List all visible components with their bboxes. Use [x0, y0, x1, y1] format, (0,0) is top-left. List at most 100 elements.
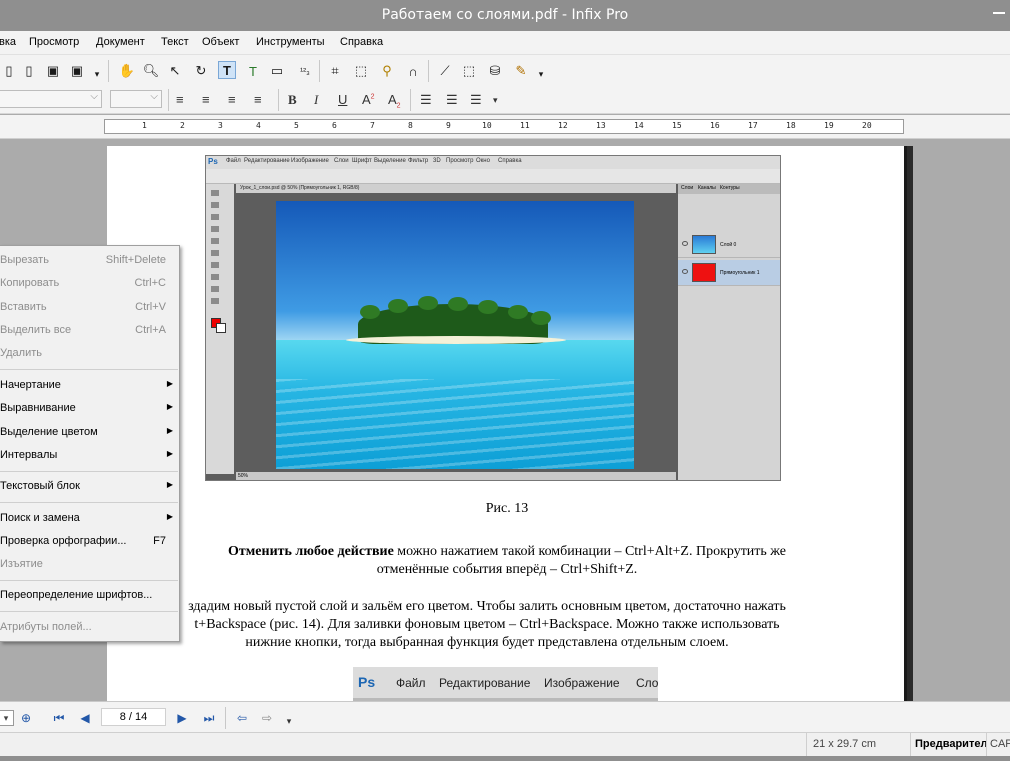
zoom-tool-icon[interactable]: 🔍︎: [142, 62, 160, 80]
align-left-icon[interactable]: ≡: [176, 92, 184, 107]
image-tool-icon[interactable]: ⬚: [352, 62, 370, 80]
numbering-icon[interactable]: ¹²₃: [296, 62, 314, 80]
path-tool-icon[interactable]: ∩: [404, 62, 422, 80]
menu-item-cut[interactable]: Вырезать Shift+Delete: [0, 250, 178, 272]
menu-item-label: Выделить все: [0, 324, 72, 336]
menu-item-style[interactable]: Начертание ▶: [0, 375, 178, 397]
line-spacing-icon[interactable]: ☰: [420, 92, 432, 108]
dropdown-arrow-icon[interactable]: ▾: [532, 65, 550, 83]
menu-item-spacing[interactable]: Интервалы ▶: [0, 445, 178, 467]
horizontal-ruler[interactable]: 1 2 3 4 5 6 7 8 9 10 11 12 13 14 15 16 1…: [104, 119, 904, 134]
marquee-icon[interactable]: ⬚: [460, 62, 478, 80]
document-page[interactable]: Ps Файл Редактирование Изображение Слои …: [107, 146, 907, 701]
ps-menu-bar: Ps Файл Редактирование Изображение Слои …: [206, 156, 780, 169]
menu-item-copy[interactable]: Копировать Ctrl+C: [0, 273, 178, 295]
font-family-select[interactable]: [0, 90, 102, 108]
eyedropper-icon[interactable]: ⟋: [436, 62, 454, 80]
menu-item-text-block[interactable]: Текстовый блок ▶: [0, 476, 178, 498]
menu-tools[interactable]: Инструменты: [256, 36, 325, 48]
text-block-icon[interactable]: T: [244, 62, 262, 80]
ps-layer-name: Прямоугольник 1: [720, 270, 760, 276]
dropdown-arrow-icon[interactable]: ▾: [493, 95, 498, 106]
fill-bucket-icon[interactable]: ⛁: [486, 62, 504, 80]
menu-item-label: Текстовый блок: [0, 480, 80, 492]
menu-item-alignment[interactable]: Выравнивание ▶: [0, 398, 178, 420]
ruler-label: 3: [218, 121, 223, 130]
menu-bar: вка Просмотр Документ Текст Объект Инстр…: [0, 31, 1010, 55]
zoom-in-icon[interactable]: ⊕: [18, 710, 34, 726]
island-image: [276, 201, 634, 469]
menu-document[interactable]: Документ: [96, 36, 145, 48]
page-layout-icon[interactable]: ▣: [44, 62, 62, 80]
last-page-icon[interactable]: ⏭: [201, 710, 217, 726]
menu-item-delete[interactable]: Удалить: [0, 343, 178, 365]
menu-item-shortcut: Ctrl+A: [135, 324, 166, 336]
ps-options-bar: [206, 169, 780, 184]
menu-item-label: Поиск и замена: [0, 512, 80, 524]
page-icon[interactable]: ▯: [20, 62, 38, 80]
back-icon[interactable]: ⇦: [234, 710, 250, 726]
first-page-icon[interactable]: ⏮: [51, 710, 67, 726]
menu-item-paste[interactable]: Вставить Ctrl+V: [0, 297, 178, 319]
italic-icon[interactable]: I: [314, 92, 318, 108]
menu-item-highlight[interactable]: Выделение цветом ▶: [0, 422, 178, 444]
menu-item-spellcheck[interactable]: Проверка орфографии... F7: [0, 531, 178, 553]
ruler-label: 19: [824, 121, 834, 130]
ps-menu-item: Просмотр: [446, 158, 474, 164]
ruler-label: 13: [596, 121, 606, 130]
next-page-icon[interactable]: ▶: [174, 710, 190, 726]
underline-tool-icon[interactable]: ▭: [268, 62, 286, 80]
subscript-icon[interactable]: A2: [388, 92, 401, 110]
text-line: здадим новый пустой слой и зальём его цв…: [188, 599, 786, 614]
forward-icon[interactable]: ⇨: [259, 710, 275, 726]
menu-item-select-all[interactable]: Выделить все Ctrl+A: [0, 320, 178, 342]
paragraph-spacing-icon[interactable]: ☰: [446, 92, 458, 108]
indent-icon[interactable]: ☰: [470, 92, 482, 108]
menu-object[interactable]: Объект: [202, 36, 239, 48]
menu-view[interactable]: Просмотр: [29, 36, 79, 48]
underline-icon[interactable]: U: [338, 92, 347, 107]
new-document-icon[interactable]: ▯: [0, 62, 18, 80]
two-pages-icon[interactable]: ▣: [68, 62, 86, 80]
ps-logo: Ps: [208, 157, 218, 166]
menu-item-shortcut: Ctrl+V: [135, 301, 166, 313]
hand-tool-icon[interactable]: ✋: [118, 62, 136, 80]
menu-item-label: Проверка орфографии...: [0, 535, 127, 547]
minimize-button[interactable]: [993, 12, 1005, 14]
ruler-label: 12: [558, 121, 568, 130]
menu-item-redact[interactable]: Изъятие: [0, 554, 178, 576]
menu-item-find-replace[interactable]: Поиск и замена ▶: [0, 508, 178, 530]
menu-text[interactable]: Текст: [161, 36, 189, 48]
align-center-icon[interactable]: ≡: [202, 92, 210, 107]
paragraph-undo: Отменить любое действие можно нажатием т…: [107, 543, 907, 579]
zoom-dropdown[interactable]: ▾: [0, 710, 14, 726]
menu-item-field-attributes[interactable]: Атрибуты полей...: [0, 617, 178, 639]
select-arrow-icon[interactable]: ↖: [166, 62, 184, 80]
submenu-arrow-icon: ▶: [166, 512, 173, 521]
text-tool-icon[interactable]: T: [218, 61, 236, 79]
pencil-icon[interactable]: ✎: [512, 62, 530, 80]
dropdown-arrow-icon[interactable]: ▾: [88, 65, 106, 83]
ps-logo: Ps: [358, 674, 376, 690]
dropdown-arrow-icon[interactable]: ▾: [281, 713, 297, 729]
menu-edit[interactable]: вка: [0, 36, 16, 48]
menu-item-font-override[interactable]: Переопределение шрифтов...: [0, 585, 178, 607]
ps-zoom-level: 50%: [238, 473, 249, 479]
previous-page-icon[interactable]: ◀: [77, 710, 93, 726]
ruler-label: 8: [408, 121, 413, 130]
justify-icon[interactable]: ≡: [254, 92, 262, 107]
window-title: Работаем со слоями.pdf - Infix Pro: [381, 7, 629, 23]
crop-icon[interactable]: ⌗: [326, 62, 344, 80]
link-tool-icon[interactable]: ⚲: [378, 62, 396, 80]
context-menu[interactable]: Вырезать Shift+Delete Копировать Ctrl+C …: [0, 245, 180, 642]
bold-icon[interactable]: B: [288, 92, 297, 108]
submenu-arrow-icon: ▶: [166, 402, 173, 411]
eye-icon: [682, 269, 688, 274]
superscript-icon[interactable]: A2: [362, 92, 375, 107]
ruler-label: 6: [332, 121, 337, 130]
rotate-icon[interactable]: ↻: [192, 62, 210, 80]
font-size-select[interactable]: [110, 90, 162, 108]
page-number-field[interactable]: 8 / 14: [101, 708, 166, 726]
menu-help[interactable]: Справка: [340, 36, 383, 48]
align-right-icon[interactable]: ≡: [228, 92, 236, 107]
